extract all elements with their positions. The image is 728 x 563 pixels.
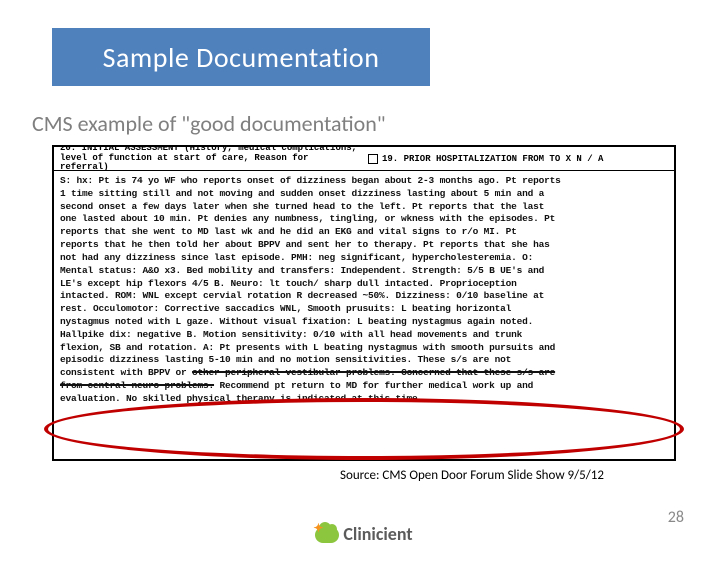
doc-line: episodic dizziness lasting 5-10 min and … [60,354,668,367]
redacted-text: from central neuro problems. [60,380,214,391]
clinicient-logo: ✦ Clinicient [315,523,412,545]
logo-text: Clinicient [343,523,412,545]
doc-line: nystagmus noted with L gaze. Without vis… [60,316,668,329]
slide-title: Sample Documentation [103,40,380,75]
doc-line: one lasted about 10 min. Pt denies any n… [60,213,668,226]
doc-body-text: S: hx: Pt is 74 yo WF who reports onset … [54,171,674,410]
doc-line: evaluation. No skilled physical therapy … [60,393,668,406]
doc-line: second onset a few days later when she t… [60,201,668,214]
slide-footer: ✦ Clinicient [0,523,728,545]
doc-line: rest. Occulomotor: Corrective saccadics … [60,303,668,316]
source-citation: Source: CMS Open Door Forum Slide Show 9… [340,468,604,483]
doc-line: reports that she went to MD last wk and … [60,226,668,239]
checkbox-icon [368,154,378,164]
doc-line: Mental status: A&O x3. Bed mobility and … [60,265,668,278]
header-section-19: 19. PRIOR HOSPITALIZATION FROM TO X N / … [360,154,668,164]
doc-line: 1 time sitting still and not moving and … [60,188,668,201]
doc-line: Hallpike dix: negative B. Motion sensiti… [60,329,668,342]
doc-line: not had any dizziness since last episode… [60,252,668,265]
header-section-20: 20. INITIAL ASSESSMENT (History, medical… [60,145,360,173]
page-number: 28 [668,508,684,527]
doc-line: LE's except hip flexors 4/5 B. Neuro: lt… [60,278,668,291]
doc-line: flexion, SB and rotation. A: Pt presents… [60,342,668,355]
doc-line: from central neuro problems. Recommend p… [60,380,668,393]
doc-line: S: hx: Pt is 74 yo WF who reports onset … [60,175,668,188]
sparkle-icon: ✦ [313,521,323,536]
prior-hospitalization-label: 19. PRIOR HOSPITALIZATION FROM TO X N / … [382,154,603,164]
doc-form-header: 20. INITIAL ASSESSMENT (History, medical… [54,147,674,171]
doc-line: reports that he then told her about BPPV… [60,239,668,252]
doc-line: consistent with BPPV or other peripheral… [60,367,668,380]
redacted-text: other peripheral vestibular problems. Co… [192,367,555,378]
doc-line: intacted. ROM: WNL except cervial rotati… [60,290,668,303]
slide-subtitle: CMS example of "good documentation" [32,110,386,137]
slide-title-bar: Sample Documentation [52,28,430,86]
documentation-sample: 20. INITIAL ASSESSMENT (History, medical… [52,145,676,461]
cloud-icon: ✦ [315,523,339,545]
